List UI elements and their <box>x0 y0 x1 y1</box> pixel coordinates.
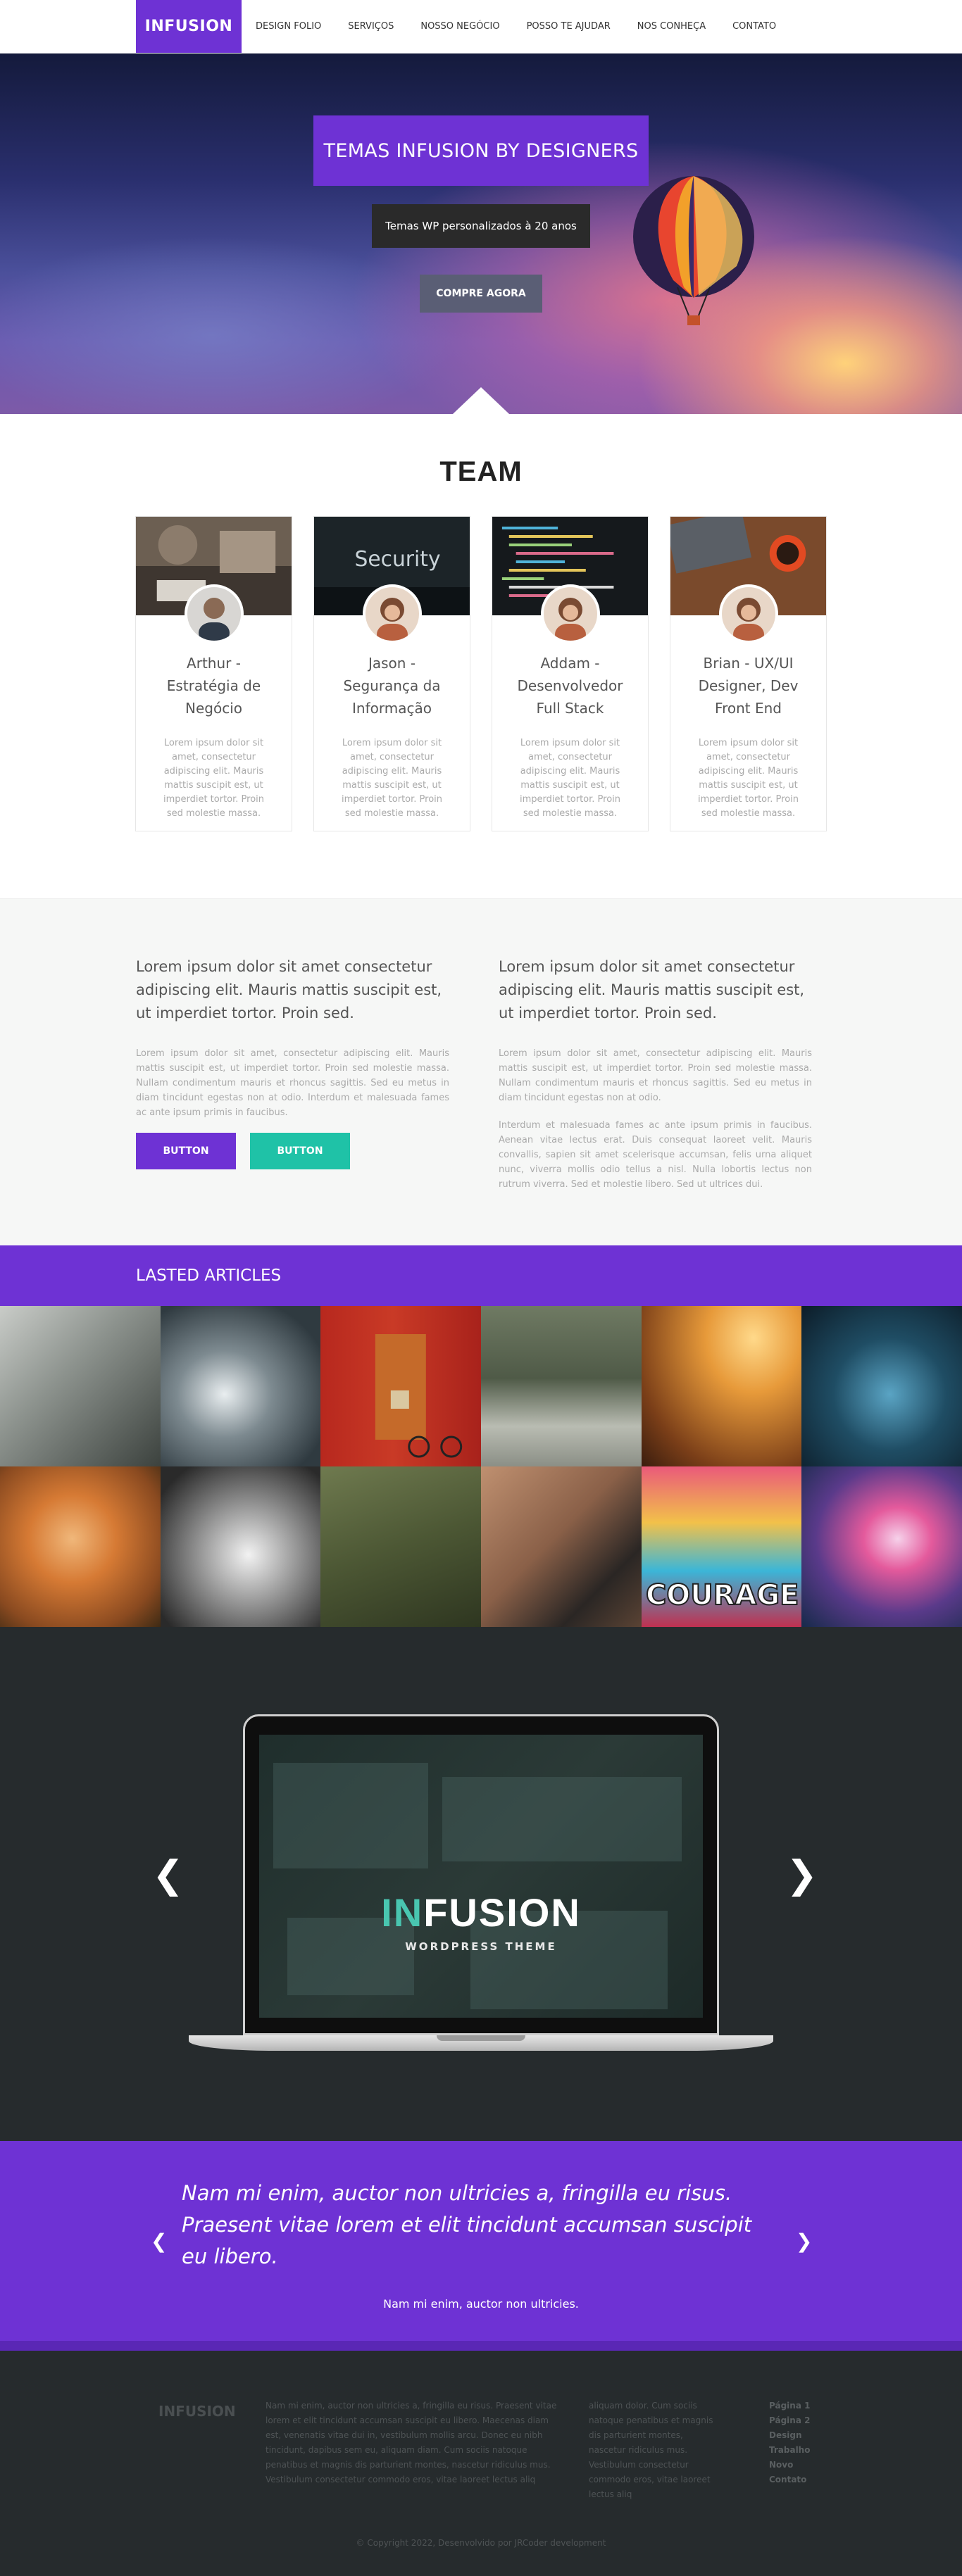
footer-link-pagina-1[interactable]: Página 1 <box>769 2399 810 2413</box>
testimonial-quote: Nam mi enim, auctor non ultricies a, fri… <box>182 2181 752 2268</box>
lead-text: Lorem ipsum dolor sit amet consectetur a… <box>136 958 442 1022</box>
laptop-notch <box>437 2035 525 2041</box>
avatar <box>185 584 244 643</box>
nav-menu: DESIGN FOLIO SERVIÇOS NOSSO NEGÓCIO POSS… <box>256 0 776 53</box>
testimonial-prev-button[interactable]: ❮ <box>151 2230 167 2253</box>
team-card-addam: Addam - Desenvolvedor Full Stack Lorem i… <box>492 516 649 831</box>
content-column-right: Lorem ipsum dolor sit amet consectetur a… <box>499 955 812 1192</box>
laptop-screen: INFUSION WORDPRESS THEME <box>243 1714 719 2035</box>
article-thumbnail[interactable] <box>481 1466 642 1627</box>
article-thumbnail[interactable] <box>0 1466 161 1627</box>
showcase-subtitle: WORDPRESS THEME <box>405 1940 557 1953</box>
articles-gallery: COURAGE <box>0 1306 962 1627</box>
nav-item-servicos[interactable]: SERVIÇOS <box>348 21 394 32</box>
red-door-image <box>375 1334 463 1458</box>
primary-button[interactable]: BUTTON <box>136 1133 236 1169</box>
avatar <box>541 584 600 643</box>
footer-logo: INFUSION <box>158 2403 236 2420</box>
article-thumbnail[interactable] <box>0 1306 161 1466</box>
team-member-bio: Lorem ipsum dolor sit amet, consectetur … <box>697 738 799 819</box>
content-section: Lorem ipsum dolor sit amet consectetur a… <box>0 898 962 1245</box>
theme-showcase: ❮ INFUSION WORDPRESS THEME ❯ <box>0 1627 962 2141</box>
team-member-name: Jason - Segurança da Informação <box>343 655 441 717</box>
team-member-name: Arthur - Estratégia de Negócio <box>166 655 261 717</box>
team-member-name: Brian - UX/UI Designer, Dev Front End <box>698 655 799 717</box>
testimonial-next-button[interactable]: ❯ <box>796 2230 812 2253</box>
hot-air-balloon-image <box>633 176 754 325</box>
footer-link-trabalho[interactable]: Trabalho <box>769 2443 810 2458</box>
body-text: Lorem ipsum dolor sit amet, consectetur … <box>499 1048 812 1103</box>
showcase-logo-accent: IN <box>381 1890 424 1935</box>
team-title: TEAM <box>439 456 523 487</box>
content-column-left: Lorem ipsum dolor sit amet consectetur a… <box>136 955 449 1192</box>
articles-header: LASTED ARTICLES <box>0 1245 962 1306</box>
lead-text: Lorem ipsum dolor sit amet consectetur a… <box>499 958 805 1022</box>
carousel-prev-button[interactable]: ❮ <box>152 1852 184 1897</box>
hero-notch <box>453 387 509 414</box>
team-member-bio: Lorem ipsum dolor sit amet, consectetur … <box>163 738 265 819</box>
hero-title: TEMAS INFUSION BY DESIGNERS <box>313 115 649 186</box>
footer-link-pagina-2[interactable]: Página 2 <box>769 2413 810 2428</box>
footer-text-column-2: aliquam dolor. Cum sociis natoque penati… <box>589 2401 713 2499</box>
buy-now-button[interactable]: COMPRE AGORA <box>420 275 542 313</box>
content-columns: Lorem ipsum dolor sit amet consectetur a… <box>136 955 812 1192</box>
avatar <box>363 584 422 643</box>
nav-item-posso-te-ajudar[interactable]: POSSO TE AJUDAR <box>527 21 611 32</box>
button-row: BUTTON BUTTON <box>136 1133 449 1169</box>
team-member-name: Addam - Desenvolvedor Full Stack <box>517 655 623 717</box>
testimonial-author: Nam mi enim, auctor non ultricies. <box>383 2297 579 2311</box>
avatar <box>719 584 778 643</box>
footer-link-design[interactable]: Design <box>769 2428 810 2443</box>
nav-item-contato[interactable]: CONTATO <box>732 21 776 32</box>
article-thumbnail[interactable] <box>160 1466 321 1627</box>
security-word: Security <box>354 547 440 572</box>
nav-item-nos-conheca[interactable]: NOS CONHEÇA <box>637 21 706 32</box>
carousel-next-button[interactable]: ❯ <box>786 1852 818 1897</box>
footer-links: Página 1 Página 2 Design Trabalho Novo C… <box>769 2399 810 2487</box>
courage-graffiti-image: COURAGE <box>645 1578 799 1612</box>
article-thumbnail[interactable] <box>320 1306 481 1466</box>
team-card-jason: Security Jason - Segurança da Informação… <box>313 516 470 831</box>
showcase-logo-rest: FUSION <box>423 1890 581 1935</box>
article-thumbnail[interactable] <box>641 1306 802 1466</box>
article-thumbnail[interactable] <box>481 1306 642 1466</box>
site-logo[interactable]: INFUSION <box>136 0 242 53</box>
footer: INFUSION Nam mi enim, auctor non ultrici… <box>0 2351 962 2576</box>
hero-subtitle: Temas WP personalizados à 20 anos <box>372 204 590 248</box>
article-thumbnail[interactable] <box>320 1466 481 1627</box>
showcase-logo: INFUSION <box>259 1890 703 1935</box>
hero-banner: TEMAS INFUSION BY DESIGNERS Temas WP per… <box>0 54 962 414</box>
article-thumbnail[interactable]: COURAGE <box>641 1466 802 1627</box>
body-text-2: Interdum et malesuada fames ac ante ipsu… <box>499 1120 812 1190</box>
copyright-text: © Copyright 2022, Desenvolvido por JRCod… <box>356 2538 606 2548</box>
footer-text-column: Nam mi enim, auctor non ultricies a, fri… <box>266 2401 557 2484</box>
testimonial-section: ❮ Nam mi enim, auctor non ultricies a, f… <box>0 2141 962 2351</box>
article-thumbnail[interactable] <box>801 1306 962 1466</box>
nav-item-nosso-negocio[interactable]: NOSSO NEGÓCIO <box>420 21 499 32</box>
team-member-bio: Lorem ipsum dolor sit amet, consectetur … <box>519 738 621 819</box>
secondary-button[interactable]: BUTTON <box>250 1133 350 1169</box>
laptop-display: INFUSION WORDPRESS THEME <box>259 1735 703 2018</box>
team-card-arthur: Arthur - Estratégia de Negócio Lorem ips… <box>135 516 292 831</box>
nav-item-design-folio[interactable]: DESIGN FOLIO <box>256 21 321 32</box>
team-card-brian: Brian - UX/UI Designer, Dev Front End Lo… <box>666 509 827 831</box>
articles-title: LASTED ARTICLES <box>136 1267 282 1285</box>
courage-word: COURAGE <box>646 1579 799 1611</box>
screen-mockup-panel <box>442 1777 682 1861</box>
screen-mockup-panel <box>273 1763 428 1868</box>
body-text: Lorem ipsum dolor sit amet, consectetur … <box>136 1048 449 1118</box>
footer-link-novo[interactable]: Novo <box>769 2458 810 2473</box>
team-section: TEAM Arthur - Estratégia de Negócio Lore… <box>0 414 962 898</box>
team-member-bio: Lorem ipsum dolor sit amet, consectetur … <box>341 738 443 819</box>
team-grid: Arthur - Estratégia de Negócio Lorem ips… <box>0 509 962 831</box>
top-nav: INFUSION DESIGN FOLIO SERVIÇOS NOSSO NEG… <box>0 0 962 54</box>
footer-link-contato[interactable]: Contato <box>769 2473 810 2487</box>
article-thumbnail[interactable] <box>160 1306 321 1466</box>
article-thumbnail[interactable] <box>801 1466 962 1627</box>
